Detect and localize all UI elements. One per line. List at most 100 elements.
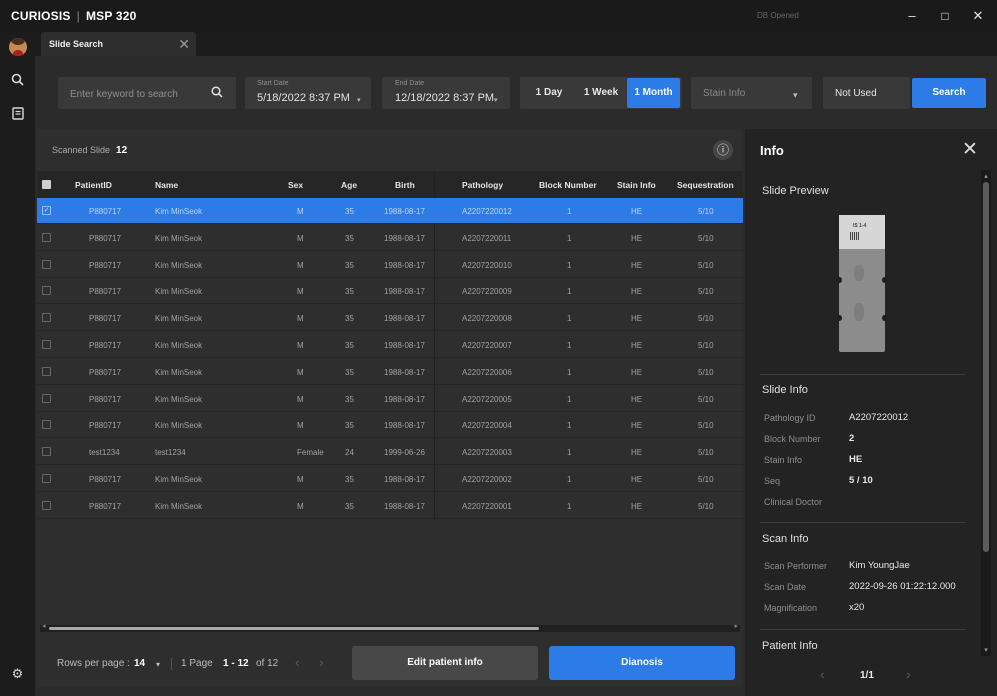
column-header-name[interactable]: Name — [155, 180, 178, 190]
row-checkbox[interactable] — [42, 340, 51, 349]
row-checkbox[interactable] — [42, 393, 51, 403]
table-row[interactable]: P880717 Kim MinSeok M 35 1988-08-17 A22072200… — [37, 305, 743, 332]
pathology-id-value: A2207220012 — [849, 412, 909, 423]
table-row[interactable]: ✓ P880717 Kim MinSeok M 35 1988-08-17 A2207220… — [37, 198, 743, 224]
table-row[interactable]: P880717 Kim MinSeok M 35 1988-08-17 A22072200… — [37, 493, 743, 519]
row-checkbox[interactable] — [42, 286, 51, 296]
table-row[interactable]: P880717 Kim MinSeok M 35 1988-08-17 A22072200… — [37, 252, 743, 278]
column-header-sex[interactable]: Sex — [288, 180, 303, 190]
table-row[interactable]: P880717 Kim MinSeok M 35 1988-08-17 A22072200… — [37, 412, 743, 439]
vertical-scrollbar[interactable]: ▴ ▾ — [981, 170, 991, 656]
settings-gear-icon[interactable]: ⚙ — [0, 666, 35, 682]
cell-patientid: P880717 — [89, 421, 122, 431]
stain-info-label: Stain Info — [764, 455, 803, 465]
close-icon[interactable]: ✕ — [962, 140, 978, 160]
rows-per-page-dropdown-icon[interactable]: ▾ — [156, 660, 160, 669]
row-checkbox[interactable] — [42, 500, 51, 510]
cell-sequestration: 5/10 — [698, 367, 714, 377]
cell-stain-info: HE — [631, 448, 643, 458]
slide-preview-image[interactable]: IS 1-4 — [837, 215, 887, 352]
cell-stain-info: HE — [631, 341, 643, 350]
row-checkbox[interactable]: ✓ — [42, 206, 51, 215]
select-all-checkbox[interactable] — [42, 180, 51, 189]
cell-patientid: P880717 — [89, 207, 122, 216]
row-checkbox[interactable] — [42, 474, 51, 483]
column-header-sequestration[interactable]: Sequestration — [677, 180, 734, 190]
minimize-button[interactable]: – — [904, 8, 920, 24]
row-checkbox[interactable] — [42, 447, 51, 457]
scroll-left-arrow-icon[interactable]: ◂ — [42, 622, 46, 630]
column-header-block-number[interactable]: Block Number — [539, 180, 597, 190]
column-header-stain-info[interactable]: Stain Info — [617, 180, 656, 190]
column-header-birth[interactable]: Birth — [395, 180, 415, 190]
cell-sex: M — [297, 260, 304, 270]
slide-notch — [882, 315, 887, 321]
table-row[interactable]: P880717 Kim MinSeok M 35 1988-08-17 A22072200… — [37, 386, 743, 412]
row-checkbox[interactable] — [42, 313, 51, 323]
maximize-button[interactable]: □ — [937, 8, 953, 24]
cell-patientid: P880717 — [89, 314, 122, 324]
slide-label-area — [839, 215, 885, 249]
cell-age: 35 — [345, 233, 354, 243]
cell-age: 35 — [345, 341, 354, 350]
chevron-down-icon: ▾ — [494, 97, 498, 104]
cell-stain-info: HE — [631, 314, 643, 324]
table-row[interactable]: P880717 Kim MinSeok M 35 1988-08-17 A22072200… — [37, 225, 743, 251]
prev-page-icon[interactable]: ‹ — [295, 654, 300, 670]
start-date-label: Start Date — [257, 80, 289, 87]
table-row[interactable]: P880717 Kim MinSeok M 35 1988-08-17 A22072200… — [37, 332, 743, 358]
info-prev-icon[interactable]: ‹ — [820, 666, 825, 682]
avatar[interactable] — [9, 38, 27, 56]
tab-close-icon[interactable]: ✕ — [178, 36, 190, 53]
table-row[interactable]: test1234 test1234 Female 24 1999-06-26 A22072… — [37, 439, 743, 466]
cell-birth: 1988-08-17 — [384, 260, 425, 270]
tab-slide-search[interactable]: Slide Search ✕ — [41, 32, 196, 56]
row-checkbox[interactable] — [42, 420, 51, 430]
cell-pathology: A2207220010 — [462, 260, 512, 270]
close-window-button[interactable]: ✕ — [970, 8, 986, 24]
scroll-up-arrow-icon[interactable]: ▴ — [981, 172, 991, 180]
vertical-scroll-thumb[interactable] — [983, 182, 989, 552]
cell-sex: M — [297, 367, 304, 377]
cell-sex: M — [297, 314, 304, 324]
table-row[interactable]: P880717 Kim MinSeok M 35 1988-08-17 A22072200… — [37, 278, 743, 305]
cell-block-number: 1 — [567, 260, 572, 270]
cell-sex: M — [297, 287, 304, 297]
search-icon — [11, 73, 24, 86]
scroll-right-arrow-icon[interactable]: ▸ — [734, 622, 738, 630]
column-header-pathology[interactable]: Pathology — [462, 180, 503, 190]
tab-label: Slide Search — [49, 39, 104, 49]
search-input[interactable] — [70, 86, 220, 102]
search-icon[interactable] — [211, 86, 223, 101]
horizontal-scrollbar[interactable]: ◂ ▸ — [40, 622, 740, 632]
cell-patientid: P880717 — [89, 287, 122, 297]
diagnosis-button[interactable]: Dianosis — [549, 646, 735, 680]
next-page-icon[interactable]: › — [319, 654, 324, 670]
info-next-icon[interactable]: › — [906, 666, 911, 682]
row-checkbox[interactable] — [42, 366, 51, 376]
column-header-patientid[interactable]: PatientID — [75, 180, 112, 190]
search-nav-icon[interactable] — [0, 73, 35, 89]
table-row[interactable]: P880717 Kim MinSeok M 35 1988-08-17 A22072200… — [37, 359, 743, 385]
rows-per-page-value[interactable]: 14 — [134, 658, 145, 669]
cell-birth: 1988-08-17 — [384, 475, 425, 484]
tab-strip: Slide Search ✕ — [35, 32, 997, 56]
cell-sex: M — [297, 501, 304, 511]
cell-sequestration: 5/10 — [698, 207, 714, 216]
column-header-age[interactable]: Age — [341, 180, 357, 190]
row-checkbox[interactable] — [42, 259, 51, 269]
row-checkbox[interactable] — [42, 232, 51, 242]
cell-age: 35 — [345, 287, 354, 297]
scroll-down-arrow-icon[interactable]: ▾ — [981, 646, 991, 654]
period-1-day-button[interactable]: 1 Day — [529, 78, 569, 108]
horizontal-scroll-thumb[interactable] — [49, 627, 539, 630]
cell-stain-info: HE — [631, 260, 643, 270]
info-toggle-button[interactable]: ⓘ — [713, 140, 733, 160]
period-1-week-button[interactable]: 1 Week — [579, 78, 623, 108]
period-1-month-button[interactable]: 1 Month — [627, 78, 680, 108]
document-nav-icon[interactable] — [0, 107, 35, 123]
edit-patient-info-button[interactable]: Edit patient info — [352, 646, 538, 680]
search-button[interactable]: Search — [912, 78, 986, 108]
table-row[interactable]: P880717 Kim MinSeok M 35 1988-08-17 A22072200… — [37, 466, 743, 492]
cell-block-number: 1 — [567, 207, 572, 216]
